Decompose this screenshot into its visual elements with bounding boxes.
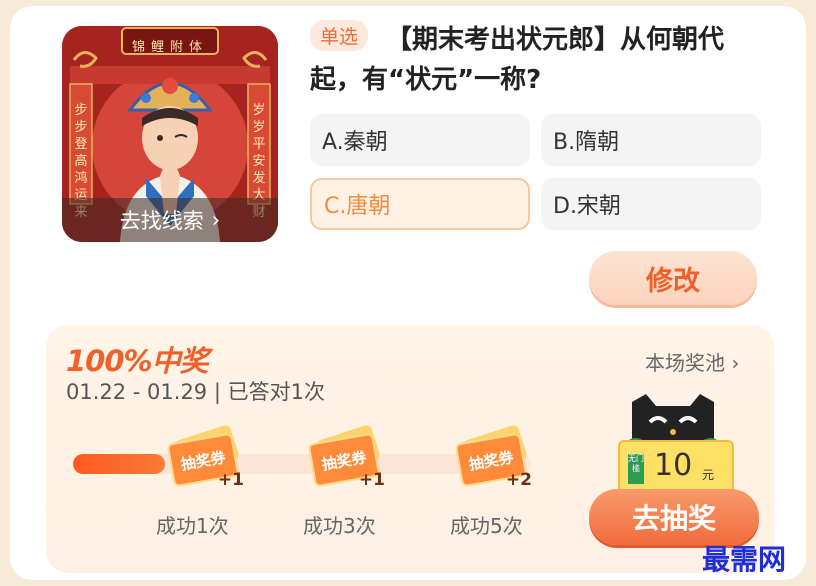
lottery-ticket-3: 抽奖券 +2 bbox=[452, 423, 532, 494]
question-text: 【期末考出状元郎】从何朝代起，有“状元”一称? bbox=[310, 25, 725, 95]
option-c[interactable]: C.唐朝 bbox=[310, 178, 530, 230]
chevron-right-icon: › bbox=[211, 208, 221, 232]
tmall-cat-icon bbox=[624, 394, 722, 446]
lottery-ticket-2: 抽奖券 +1 bbox=[305, 423, 385, 494]
progress-fill bbox=[73, 454, 165, 474]
ticket-plus: +1 bbox=[358, 470, 385, 490]
find-clue-label: 去找线索 bbox=[119, 209, 204, 233]
coupon-unit: 元 bbox=[702, 468, 715, 482]
option-a[interactable]: A.秦朝 bbox=[310, 114, 530, 166]
prize-title: 100%中奖 bbox=[66, 344, 209, 378]
thumbnail-plaque-text: 锦鲤附体 bbox=[131, 40, 209, 55]
ticket-plus: +2 bbox=[505, 470, 532, 490]
watermark-logo: 最需网 bbox=[702, 543, 787, 576]
option-d[interactable]: D.宋朝 bbox=[541, 178, 761, 230]
prize-pool-label: 本场奖池 bbox=[645, 351, 725, 375]
modify-button[interactable]: 修改 bbox=[589, 251, 757, 305]
coupon-tag: 无门槛 bbox=[628, 454, 644, 484]
ticket-plus: +1 bbox=[217, 470, 244, 490]
single-choice-tag: 单选 bbox=[310, 20, 369, 51]
prize-pool-link[interactable]: 本场奖池 › bbox=[645, 347, 739, 376]
go-draw-button[interactable]: 去抽奖 bbox=[589, 489, 759, 545]
option-b[interactable]: B.隋朝 bbox=[541, 114, 761, 166]
step-label-1: 成功1次 bbox=[156, 514, 229, 538]
coupon-value: 10 bbox=[654, 448, 693, 483]
step-label-5: 成功5次 bbox=[450, 514, 523, 538]
lottery-ticket-1: 抽奖券 +1 bbox=[164, 423, 244, 494]
prize-dates: 01.22 - 01.29 | 已答对1次 bbox=[66, 380, 325, 404]
coupon-card: 无门槛 10 元 bbox=[618, 440, 734, 496]
find-clue-banner[interactable]: 去找线索 › bbox=[62, 198, 278, 242]
clue-thumbnail[interactable]: 锦鲤附体 步步登高鸿运来 岁岁平安发大财 去找线索 › bbox=[62, 26, 278, 242]
chevron-right-icon: › bbox=[731, 351, 740, 375]
step-label-3: 成功3次 bbox=[303, 514, 376, 538]
